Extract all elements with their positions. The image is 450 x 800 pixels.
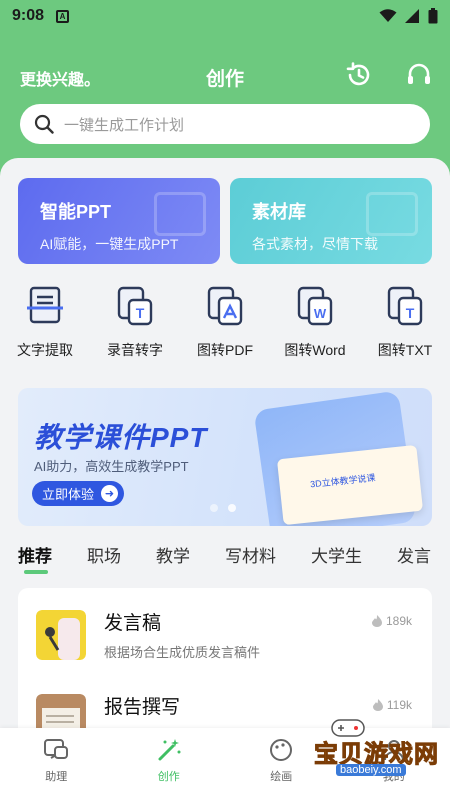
- flame-icon: [372, 699, 383, 711]
- usage-count: 189k: [371, 614, 412, 628]
- tool-label: 图转Word: [284, 342, 346, 358]
- page-title: 创作: [205, 69, 244, 90]
- report-thumbnail: [36, 694, 86, 728]
- tool-label: 文字提取: [17, 342, 73, 358]
- nav-assistant[interactable]: 助理: [0, 728, 113, 800]
- promo-banner[interactable]: 3D立体教学说课 教学课件PPT AI助力，高效生成教学PPT 立即体验 ➜: [18, 388, 432, 526]
- tab-teaching[interactable]: 教学: [156, 542, 190, 576]
- tab-writing[interactable]: 写材料: [225, 542, 276, 576]
- flame-icon: [371, 615, 382, 627]
- tool-image-to-pdf[interactable]: 图转PDF: [180, 284, 270, 360]
- svg-text:T: T: [136, 305, 145, 321]
- smart-ppt-card[interactable]: 智能PPT AI赋能，一键生成PPT: [18, 178, 220, 264]
- notification-a-icon: A: [56, 9, 70, 23]
- material-library-card[interactable]: 素材库 各式素材，尽情下载: [230, 178, 432, 264]
- arrow-right-icon: ➜: [101, 485, 119, 502]
- tab-workplace[interactable]: 职场: [87, 542, 121, 576]
- nav-label: 创作: [157, 771, 180, 783]
- status-icons: [379, 8, 438, 24]
- image-to-pdf-icon: [207, 286, 243, 326]
- tool-image-to-txt[interactable]: T 图转TXT: [360, 284, 450, 360]
- headset-icon[interactable]: [406, 62, 432, 88]
- svg-text:T: T: [406, 305, 415, 321]
- tool-label: 图转PDF: [197, 342, 253, 358]
- carousel-dot-active[interactable]: [228, 504, 236, 512]
- wifi-icon: [379, 9, 397, 22]
- nav-create[interactable]: 创作: [113, 728, 226, 800]
- image-to-txt-icon: T: [387, 286, 423, 326]
- usage-count-value: 189k: [385, 614, 412, 628]
- banner-subtitle: AI助力，高效生成教学PPT: [34, 459, 189, 474]
- paint-icon: [270, 739, 293, 761]
- template-list: 发言稿 根据场合生成优质发言稿件 189k 报告撰写 119k: [18, 588, 432, 728]
- tool-label: 录音转字: [107, 342, 163, 358]
- tab-recommend[interactable]: 推荐: [18, 542, 52, 576]
- status-bar: 9:08 A: [0, 0, 450, 32]
- ppt-decor-icon: [154, 192, 206, 236]
- tool-audio-to-text[interactable]: T 录音转字: [90, 284, 180, 360]
- card-subtitle: AI赋能，一键生成PPT: [40, 236, 179, 252]
- site-watermark: 宝贝游戏网 baobeiy.com: [306, 719, 446, 782]
- magic-wand-icon: [158, 739, 181, 761]
- nav-label: 助理: [45, 771, 68, 783]
- item-title: 发言稿: [104, 613, 162, 634]
- search-input[interactable]: 一键生成工作计划: [64, 114, 184, 135]
- tool-text-extract[interactable]: 文字提取: [0, 284, 90, 360]
- usage-count: 119k: [372, 698, 412, 712]
- nav-label: 绘画: [270, 771, 293, 783]
- tool-image-to-word[interactable]: W 图转Word: [270, 284, 360, 360]
- tool-grid: 文字提取 T 录音转字 图转PDF W 图转Word T 图转TXT: [0, 284, 450, 360]
- watermark-url: baobeiy.com: [336, 764, 406, 776]
- main-panel: 智能PPT AI赋能，一键生成PPT 素材库 各式素材，尽情下载 文字提取 T …: [0, 158, 450, 728]
- carousel-dot[interactable]: [210, 504, 218, 512]
- try-now-button[interactable]: 立即体验 ➜: [32, 481, 125, 506]
- search-bar[interactable]: 一键生成工作计划: [20, 104, 430, 144]
- carousel-dots: [210, 504, 236, 512]
- item-desc: 根据场合生成优质发言稿件: [104, 645, 261, 660]
- speech-thumbnail: [36, 610, 86, 660]
- card-subtitle: 各式素材，尽情下载: [252, 236, 378, 252]
- item-title: 报告撰写: [104, 697, 181, 718]
- status-time: 9:08: [12, 7, 45, 24]
- category-tabs: 推荐 职场 教学 写材料 大学生 发言: [0, 542, 450, 576]
- banner-title: 教学课件PPT: [34, 422, 208, 453]
- signal-icon: [405, 9, 419, 23]
- battery-icon: [428, 8, 438, 24]
- svg-text:W: W: [314, 306, 327, 321]
- tab-college[interactable]: 大学生: [311, 542, 362, 576]
- usage-count-value: 119k: [386, 698, 412, 712]
- text-scan-icon: [27, 286, 63, 324]
- audio-to-text-icon: T: [117, 286, 153, 326]
- history-icon[interactable]: [346, 62, 372, 88]
- image-to-word-icon: W: [297, 286, 333, 326]
- tab-speech[interactable]: 发言: [397, 542, 431, 576]
- tool-label: 图转TXT: [377, 342, 433, 358]
- library-decor-icon: [366, 192, 418, 236]
- try-now-label: 立即体验: [42, 487, 95, 502]
- search-icon: [34, 114, 54, 134]
- chat-icon: [44, 739, 69, 759]
- list-item[interactable]: 发言稿 根据场合生成优质发言稿件 189k: [18, 588, 432, 672]
